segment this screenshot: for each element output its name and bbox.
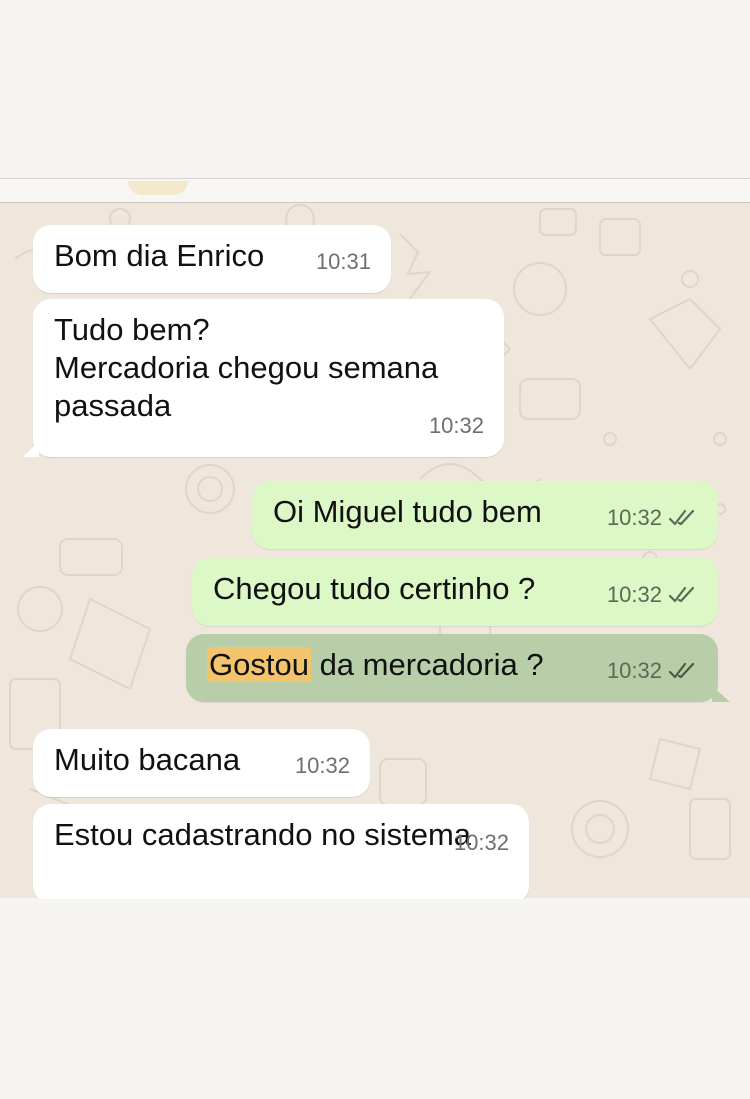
date-chip-edge [128,181,188,195]
bottom-blank-area [0,898,750,1099]
message-text: Estou cadastrando no sistema [54,817,472,852]
message-time: 10:32 [606,658,662,683]
message-bubble-outgoing[interactable]: Chegou tudo certinho ? 10:32 [192,558,718,626]
message-text: Muito bacana [54,742,241,777]
message-bubble-incoming[interactable]: Muito bacana 10:32 [33,729,370,797]
message-text: Oi Miguel tudo bem [273,494,542,529]
double-check-icon [668,662,698,680]
message-meta: 10:32 [454,824,509,862]
message-time: 10:31 [315,249,371,274]
chat-area[interactable]: Bom dia Enrico 10:31 Tudo bem? Mercadori… [0,178,750,899]
message-bubble-outgoing[interactable]: Oi Miguel tudo bem 10:32 [252,481,718,549]
top-blank-area [0,0,750,178]
message-meta: 10:32 [295,747,350,785]
message-text: Gostou da mercadoria ? [207,647,544,682]
bubble-tail [712,686,730,702]
search-highlight: Gostou [207,647,311,682]
message-time: 10:32 [606,582,662,607]
message-bubble-incoming[interactable]: Bom dia Enrico 10:31 [33,225,391,293]
date-header-strip [0,179,750,203]
message-text: Bom dia Enrico [54,238,265,273]
message-meta: 10:32 [607,576,698,614]
message-meta: 10:32 [607,499,698,537]
message-text: Tudo bem? Mercadoria chegou semana passa… [54,312,439,423]
double-check-icon [668,509,698,527]
message-meta: 10:32 [607,652,698,690]
message-time: 10:32 [428,413,484,438]
bubble-tail [23,441,39,457]
message-meta: 10:31 [316,243,371,281]
double-check-icon [668,586,698,604]
message-bubble-incoming[interactable]: Estou cadastrando no sistema 10:32 [33,804,529,899]
message-bubble-outgoing-selected[interactable]: Gostou da mercadoria ? 10:32 [186,634,730,702]
message-bubble-incoming[interactable]: Tudo bem? Mercadoria chegou semana passa… [23,299,504,457]
message-text: Chegou tudo certinho ? [213,571,536,606]
message-meta: 10:32 [429,407,484,445]
message-time: 10:32 [294,753,350,778]
message-time: 10:32 [606,505,662,530]
message-text-rest: da mercadoria ? [310,647,544,682]
message-time: 10:32 [453,830,509,855]
